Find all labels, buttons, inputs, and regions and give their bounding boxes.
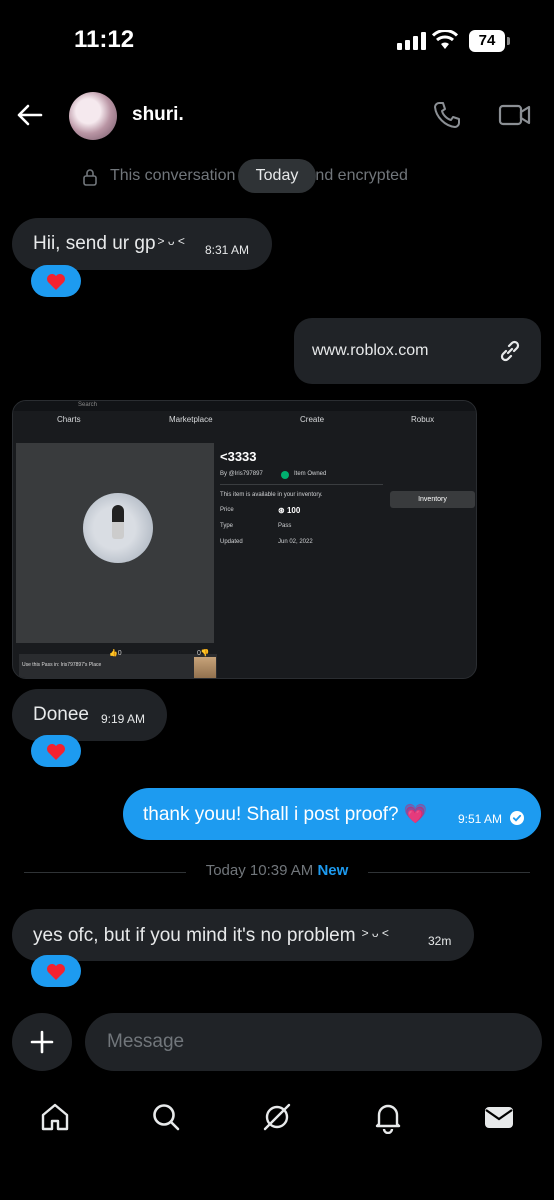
- link-url[interactable]: www.roblox.com: [312, 342, 428, 360]
- heart-icon: [47, 743, 65, 760]
- notifications-icon[interactable]: [371, 1100, 405, 1134]
- battery-indicator: 74: [469, 30, 505, 52]
- place-thumbnail: [194, 657, 216, 678]
- downvote-count: 0👎: [197, 650, 210, 657]
- item-owned: Item Owned: [294, 471, 327, 477]
- reaction-badge[interactable]: [31, 265, 81, 297]
- avatar[interactable]: [69, 92, 117, 140]
- divider-label: Today 10:39 AM New: [186, 862, 368, 884]
- message-input[interactable]: [107, 1025, 507, 1059]
- divider-time: Today 10:39 AM: [205, 862, 314, 879]
- updated-label: Updated: [220, 539, 243, 545]
- sent-message-bubble[interactable]: thank youu! Shall i post proof? 💗 9:51 A…: [123, 788, 541, 840]
- message-bubble[interactable]: yes ofc, but if you mind it's no problem…: [12, 909, 474, 961]
- video-call-icon[interactable]: [498, 100, 532, 130]
- new-badge: New: [317, 862, 349, 879]
- inventory-note: This item is available in your inventory…: [220, 492, 323, 498]
- conversation-header: shuri.: [0, 86, 554, 146]
- upvote-count: 👍0: [109, 650, 122, 657]
- message-time: 9:51 AM: [458, 812, 503, 826]
- bottom-tab-bar: [0, 1090, 554, 1146]
- reaction-badge[interactable]: [31, 735, 81, 767]
- updated-value: Jun 02, 2022: [278, 539, 313, 545]
- message-text: Donee: [33, 704, 89, 725]
- search-icon[interactable]: [149, 1100, 183, 1134]
- message-composer: [85, 1013, 542, 1071]
- grok-icon[interactable]: [260, 1100, 294, 1134]
- plus-icon: [30, 1030, 54, 1054]
- item-title: <3333: [220, 449, 257, 464]
- message-text: thank youu! Shall i post proof? 💗: [143, 804, 428, 825]
- use-pass-bar: Use this Pass in: Iris797897's Place: [19, 654, 217, 678]
- emoticon: > ᴗ <: [361, 926, 389, 940]
- home-icon[interactable]: [38, 1100, 72, 1134]
- emoticon: > ᴗ <: [157, 234, 185, 248]
- message-time: 9:19 AM: [101, 712, 146, 726]
- add-attachment-button[interactable]: [12, 1013, 72, 1071]
- screenshot-nav-item: Charts: [57, 415, 81, 424]
- divider-line: [220, 484, 383, 485]
- message-text: yes ofc, but if you mind it's no problem: [33, 925, 356, 946]
- item-image: Use this Pass in: Iris797897's Place: [16, 443, 217, 678]
- message-bubble[interactable]: Hii, send ur gp > ᴗ < 8:31 AM: [12, 218, 272, 270]
- day-pill: Today: [238, 159, 316, 193]
- screenshot-nav-item: Create: [300, 415, 325, 424]
- inventory-button: Inventory: [390, 491, 475, 508]
- penguin-figure: [112, 505, 124, 539]
- screenshot-nav-item: Marketplace: [169, 415, 213, 424]
- type-label: Type: [220, 523, 234, 529]
- signal-icon: [397, 32, 427, 50]
- owned-check-icon: [281, 471, 289, 479]
- link-card[interactable]: www.roblox.com: [294, 318, 541, 384]
- contact-name[interactable]: shuri.: [132, 104, 184, 126]
- heart-icon: [47, 273, 65, 290]
- status-bar: 11:12 74: [0, 0, 554, 80]
- message-time: 32m: [428, 934, 452, 948]
- phone-icon[interactable]: [432, 100, 462, 130]
- shared-screenshot[interactable]: Search Charts Marketplace Create Robux U…: [12, 400, 477, 679]
- reaction-badge[interactable]: [31, 955, 81, 987]
- message-time: 8:31 AM: [205, 243, 250, 257]
- wifi-icon: [432, 30, 458, 49]
- message-bubble[interactable]: Donee 9:19 AM: [12, 689, 167, 741]
- clock: 11:12: [74, 26, 135, 53]
- price-value: ⊛ 100: [278, 506, 301, 515]
- messages-icon[interactable]: [482, 1100, 516, 1134]
- use-pass-text: Use this Pass in: Iris797897's Place: [22, 662, 102, 668]
- battery-tip: [507, 37, 510, 45]
- screenshot-search: Search: [78, 402, 98, 408]
- type-value: Pass: [278, 523, 292, 529]
- screenshot-nav-item: Robux: [411, 415, 435, 424]
- read-receipt-icon: [510, 811, 524, 825]
- price-label: Price: [220, 507, 234, 513]
- link-icon: [500, 340, 520, 362]
- item-creator: By @Iris797897: [220, 471, 263, 477]
- back-arrow-icon[interactable]: [14, 100, 44, 130]
- screenshot-topbar: Search: [13, 401, 476, 411]
- message-text: Hii, send ur gp: [33, 233, 156, 254]
- heart-icon: [47, 963, 65, 980]
- lock-icon: [83, 169, 97, 186]
